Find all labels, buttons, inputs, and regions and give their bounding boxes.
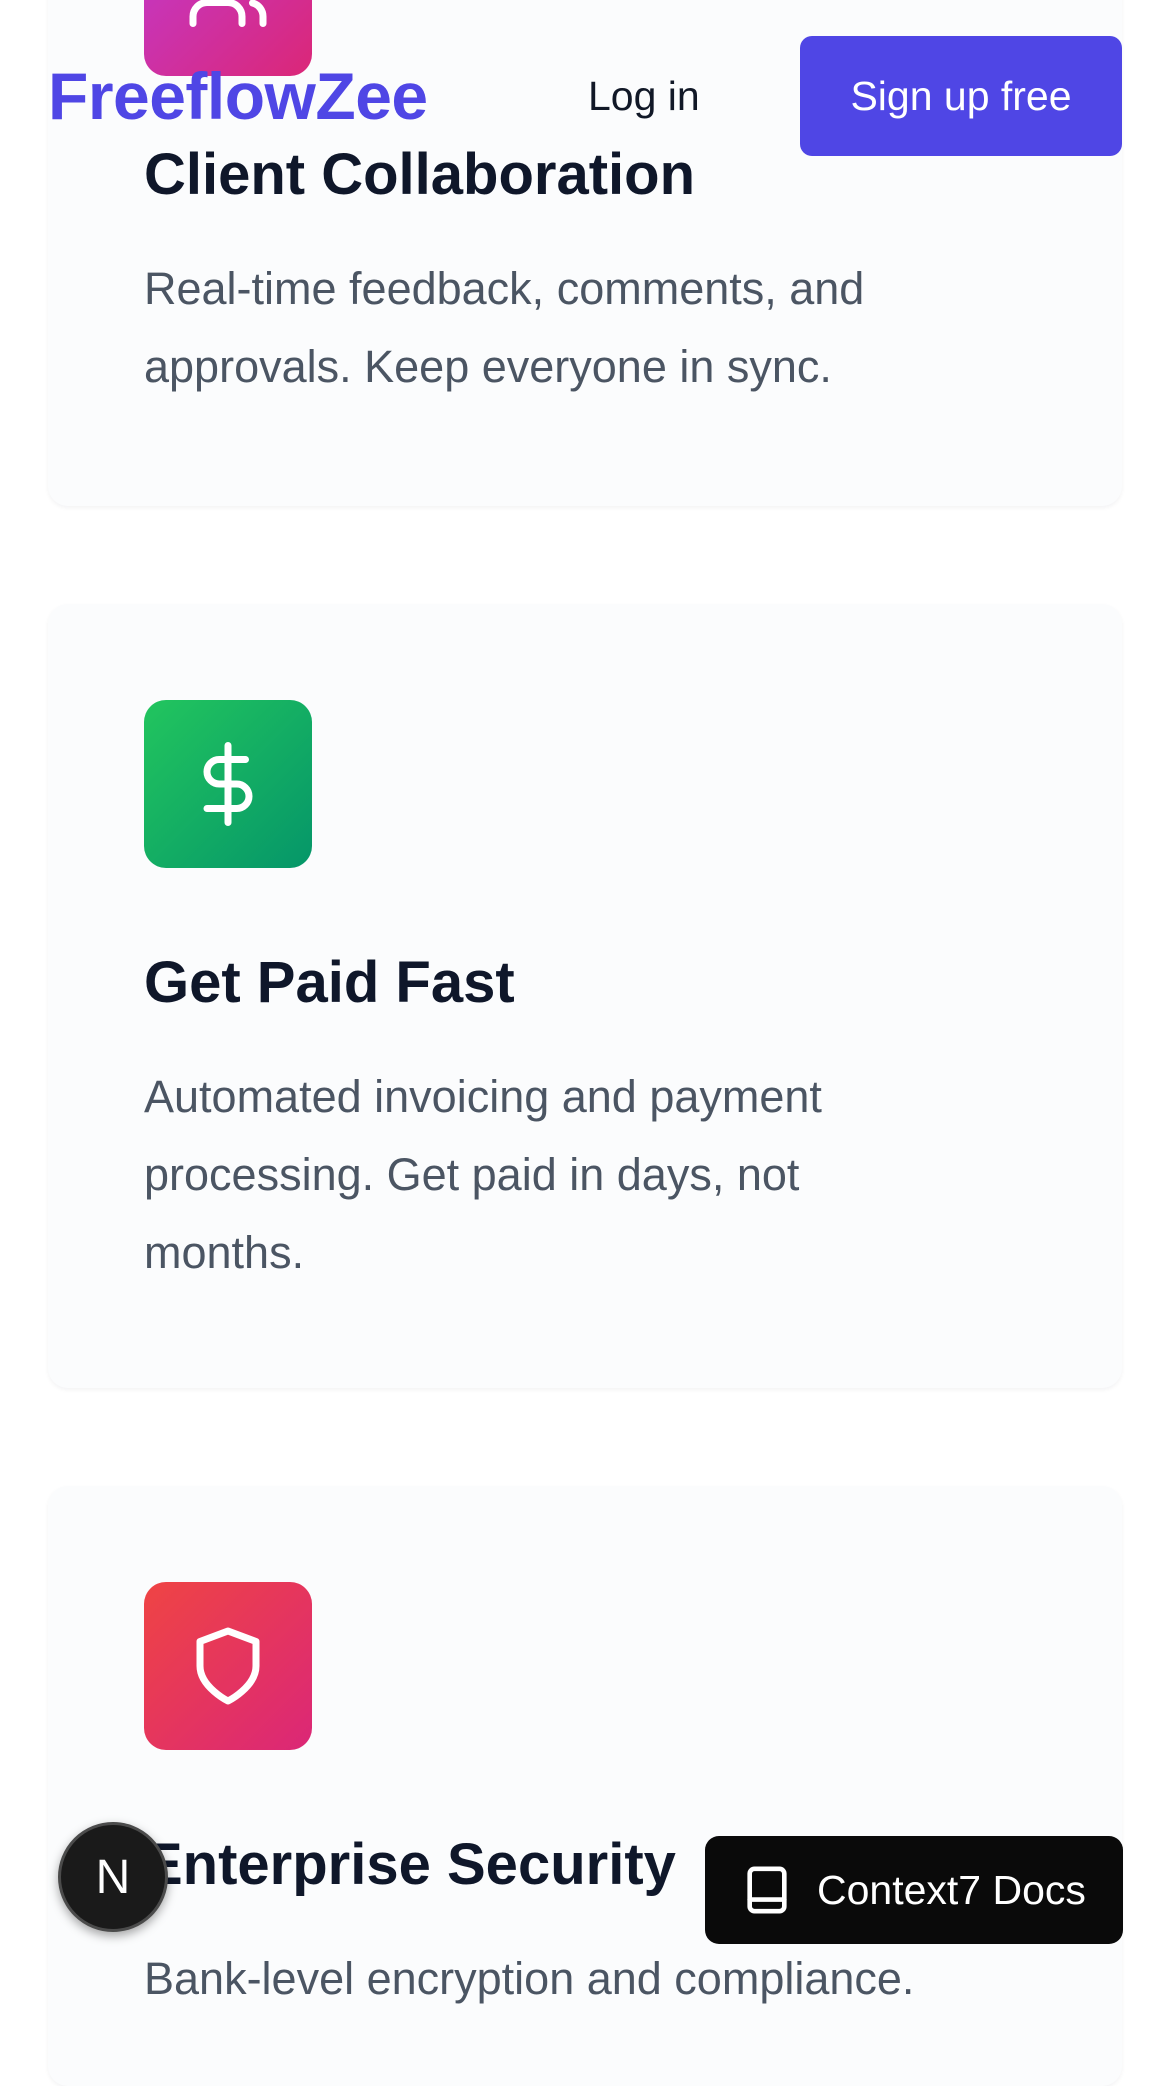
book-icon	[747, 1866, 787, 1914]
brand-logo[interactable]: FreeflowZee	[48, 56, 428, 136]
shield-icon	[144, 1582, 312, 1750]
feature-card-enterprise-security: Enterprise Security Bank-level encryptio…	[48, 1486, 1122, 2086]
feature-title: Enterprise Security	[144, 1832, 676, 1897]
feature-description: Automated invoicing and payment processi…	[144, 1071, 822, 1278]
dollar-icon	[144, 700, 312, 868]
feature-description: Real-time feedback, comments, and approv…	[144, 263, 865, 392]
feature-card-get-paid-fast: Get Paid Fast Automated invoicing and pa…	[48, 604, 1122, 1388]
feature-description: Bank-level encryption and compliance.	[144, 1953, 915, 2004]
signup-button[interactable]: Sign up free	[800, 36, 1122, 156]
badge-letter: N	[95, 1850, 131, 1904]
docs-label: Context7 Docs	[817, 1866, 1086, 1913]
context7-docs-button[interactable]: Context7 Docs	[705, 1836, 1123, 1944]
dev-tools-badge[interactable]: N	[58, 1822, 168, 1932]
site-header: FreeflowZee Log in Sign up free	[0, 0, 1170, 190]
login-link[interactable]: Log in	[588, 66, 700, 126]
feature-title: Get Paid Fast	[144, 950, 515, 1015]
